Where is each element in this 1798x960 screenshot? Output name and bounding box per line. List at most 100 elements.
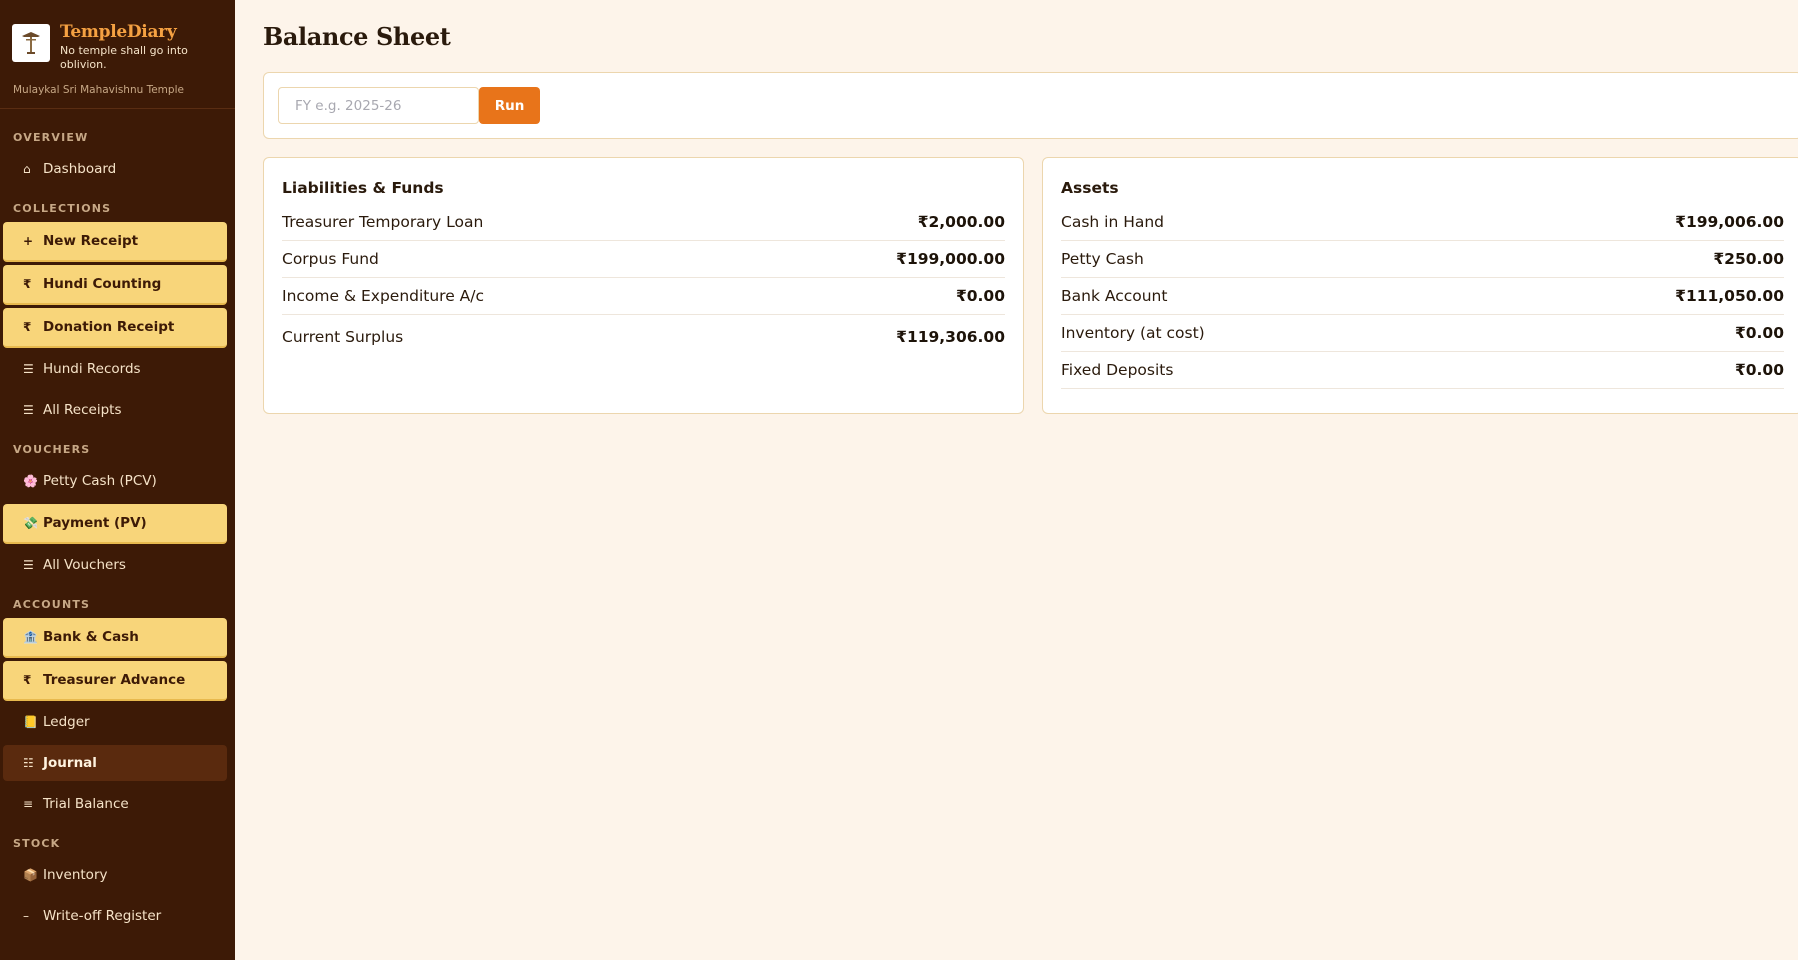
- sidebar-item-trial-balance[interactable]: ≡ Trial Balance: [3, 786, 227, 822]
- sidebar-item-icon: 📒: [23, 715, 38, 729]
- sidebar-item-icon: ⌂: [23, 162, 31, 176]
- sidebar-item-label: Hundi Counting: [43, 276, 162, 292]
- sidebar-item-label: Treasurer Advance: [43, 672, 186, 688]
- sidebar-item-icon: ₹: [23, 673, 32, 687]
- run-button[interactable]: Run: [479, 87, 540, 124]
- temple-logo-icon: [12, 24, 50, 62]
- sidebar-item-icon: ₹: [23, 320, 32, 334]
- brand-title: TempleDiary: [60, 22, 177, 42]
- sidebar-item-label: All Vouchers: [43, 557, 126, 573]
- sidebar-item-petty-cash-pcv[interactable]: 🌸 Petty Cash (PCV): [3, 463, 227, 499]
- sidebar-item-icon: ☰: [23, 403, 34, 417]
- sidebar-item-icon: ☷: [23, 756, 34, 770]
- row-label: Income & Expenditure A/c: [282, 287, 485, 305]
- sidebar-item-ledger[interactable]: 📒 Ledger: [3, 704, 227, 740]
- temple-name: Mulaykal Sri Mahavishnu Temple: [13, 84, 184, 96]
- sidebar-item-label: Donation Receipt: [43, 319, 175, 335]
- sidebar-item-icon: +: [23, 234, 34, 248]
- balance-row-current-surplus: Current Surplus ₹119,306.00: [282, 315, 1005, 359]
- sidebar-item-donation-receipt[interactable]: ₹ Donation Receipt: [3, 308, 227, 348]
- sidebar-item-new-receipt[interactable]: + New Receipt: [3, 222, 227, 262]
- balance-row-inventory-at-cost: Inventory (at cost) ₹0.00: [1061, 315, 1784, 352]
- sidebar-item-label: Write-off Register: [43, 908, 162, 924]
- row-amount: ₹199,006.00: [1675, 213, 1784, 231]
- sidebar-item-label: All Receipts: [43, 402, 122, 418]
- sidebar: TempleDiary No temple shall go into obli…: [0, 0, 235, 960]
- balance-row-bank-account: Bank Account ₹111,050.00: [1061, 278, 1784, 315]
- row-label: Treasurer Temporary Loan: [282, 213, 484, 231]
- balance-row-treasurer-temporary-loan: Treasurer Temporary Loan ₹2,000.00: [282, 204, 1005, 241]
- assets-title: Assets: [1061, 179, 1119, 197]
- balance-row-fixed-deposits: Fixed Deposits ₹0.00: [1061, 352, 1784, 389]
- brand-tagline: No temple shall go into oblivion.: [60, 44, 188, 71]
- row-label: Cash in Hand: [1061, 213, 1165, 231]
- brand: TempleDiary No temple shall go into obli…: [0, 0, 235, 72]
- sidebar-item-all-vouchers[interactable]: ☰ All Vouchers: [3, 547, 227, 583]
- row-amount: ₹119,306.00: [896, 328, 1005, 346]
- sidebar-item-label: Ledger: [43, 714, 90, 730]
- section-label-stock: STOCK: [13, 837, 61, 850]
- sidebar-item-hundi-counting[interactable]: ₹ Hundi Counting: [3, 265, 227, 305]
- row-label: Current Surplus: [282, 328, 404, 346]
- sidebar-item-icon: 📦: [23, 868, 38, 882]
- sidebar-item-write-off-register[interactable]: – Write-off Register: [3, 898, 227, 934]
- sidebar-item-treasurer-advance[interactable]: ₹ Treasurer Advance: [3, 661, 227, 701]
- section-label-overview: OVERVIEW: [13, 131, 89, 144]
- fy-input[interactable]: [278, 87, 479, 124]
- sidebar-item-icon: 💸: [23, 516, 38, 530]
- sidebar-item-bank-cash[interactable]: 🏦 Bank & Cash: [3, 618, 227, 658]
- sidebar-item-label: Dashboard: [43, 161, 117, 177]
- row-label: Fixed Deposits: [1061, 361, 1174, 379]
- sidebar-item-label: Petty Cash (PCV): [43, 473, 157, 489]
- row-amount: ₹111,050.00: [1675, 287, 1784, 305]
- sidebar-item-payment-pv[interactable]: 💸 Payment (PV): [3, 504, 227, 544]
- liabilities-title: Liabilities & Funds: [282, 179, 444, 197]
- sidebar-item-label: Hundi Records: [43, 361, 141, 377]
- page-title: Balance Sheet: [263, 22, 451, 51]
- section-label-vouchers: VOUCHERS: [13, 443, 91, 456]
- sidebar-item-dashboard[interactable]: ⌂ Dashboard: [3, 151, 227, 187]
- sidebar-item-icon: 🏦: [23, 630, 38, 644]
- balance-row-income-expenditure-a-c: Income & Expenditure A/c ₹0.00: [282, 278, 1005, 315]
- fy-filter-bar: Run: [263, 72, 1798, 139]
- assets-rows: Cash in Hand ₹199,006.00 Petty Cash ₹250.00…: [1061, 204, 1784, 389]
- liabilities-card: Liabilities & Funds Treasurer Temporary …: [263, 157, 1024, 414]
- sidebar-item-icon: ☰: [23, 558, 34, 572]
- section-label-collections: COLLECTIONS: [13, 202, 112, 215]
- sidebar-nav: OVERVIEW ⌂ Dashboard COLLECTIONS + New Receip…: [0, 109, 235, 949]
- sidebar-item-journal[interactable]: ☷ Journal: [3, 745, 227, 781]
- sidebar-item-label: Inventory: [43, 867, 108, 883]
- sidebar-item-inventory[interactable]: 📦 Inventory: [3, 857, 227, 893]
- sidebar-item-label: Journal: [43, 755, 97, 771]
- row-label: Bank Account: [1061, 287, 1168, 305]
- section-label-accounts: ACCOUNTS: [13, 598, 91, 611]
- sidebar-item-icon: ≡: [23, 797, 34, 811]
- assets-card: Assets Cash in Hand ₹199,006.00 Petty Cash…: [1042, 157, 1798, 414]
- balance-row-cash-in-hand: Cash in Hand ₹199,006.00: [1061, 204, 1784, 241]
- row-label: Petty Cash: [1061, 250, 1144, 268]
- sidebar-item-icon: ₹: [23, 277, 32, 291]
- sidebar-item-hundi-records[interactable]: ☰ Hundi Records: [3, 351, 227, 387]
- row-label: Inventory (at cost): [1061, 324, 1205, 342]
- row-amount: ₹0.00: [1734, 361, 1784, 379]
- row-label: Corpus Fund: [282, 250, 379, 268]
- sidebar-item-label: New Receipt: [43, 233, 139, 249]
- liabilities-rows: Treasurer Temporary Loan ₹2,000.00 Corpus …: [282, 204, 1005, 359]
- row-amount: ₹0.00: [1734, 324, 1784, 342]
- sidebar-item-all-receipts[interactable]: ☰ All Receipts: [3, 392, 227, 428]
- row-amount: ₹0.00: [955, 287, 1005, 305]
- sidebar-item-icon: ☰: [23, 362, 34, 376]
- sidebar-item-label: Trial Balance: [43, 796, 129, 812]
- sidebar-item-label: Bank & Cash: [43, 629, 139, 645]
- sidebar-item-icon: 🌸: [23, 474, 38, 488]
- balance-row-petty-cash: Petty Cash ₹250.00: [1061, 241, 1784, 278]
- row-amount: ₹2,000.00: [917, 213, 1005, 231]
- balance-row-corpus-fund: Corpus Fund ₹199,000.00: [282, 241, 1005, 278]
- row-amount: ₹250.00: [1713, 250, 1784, 268]
- main-content: Balance Sheet Run Liabilities & Funds Tr…: [235, 0, 1798, 960]
